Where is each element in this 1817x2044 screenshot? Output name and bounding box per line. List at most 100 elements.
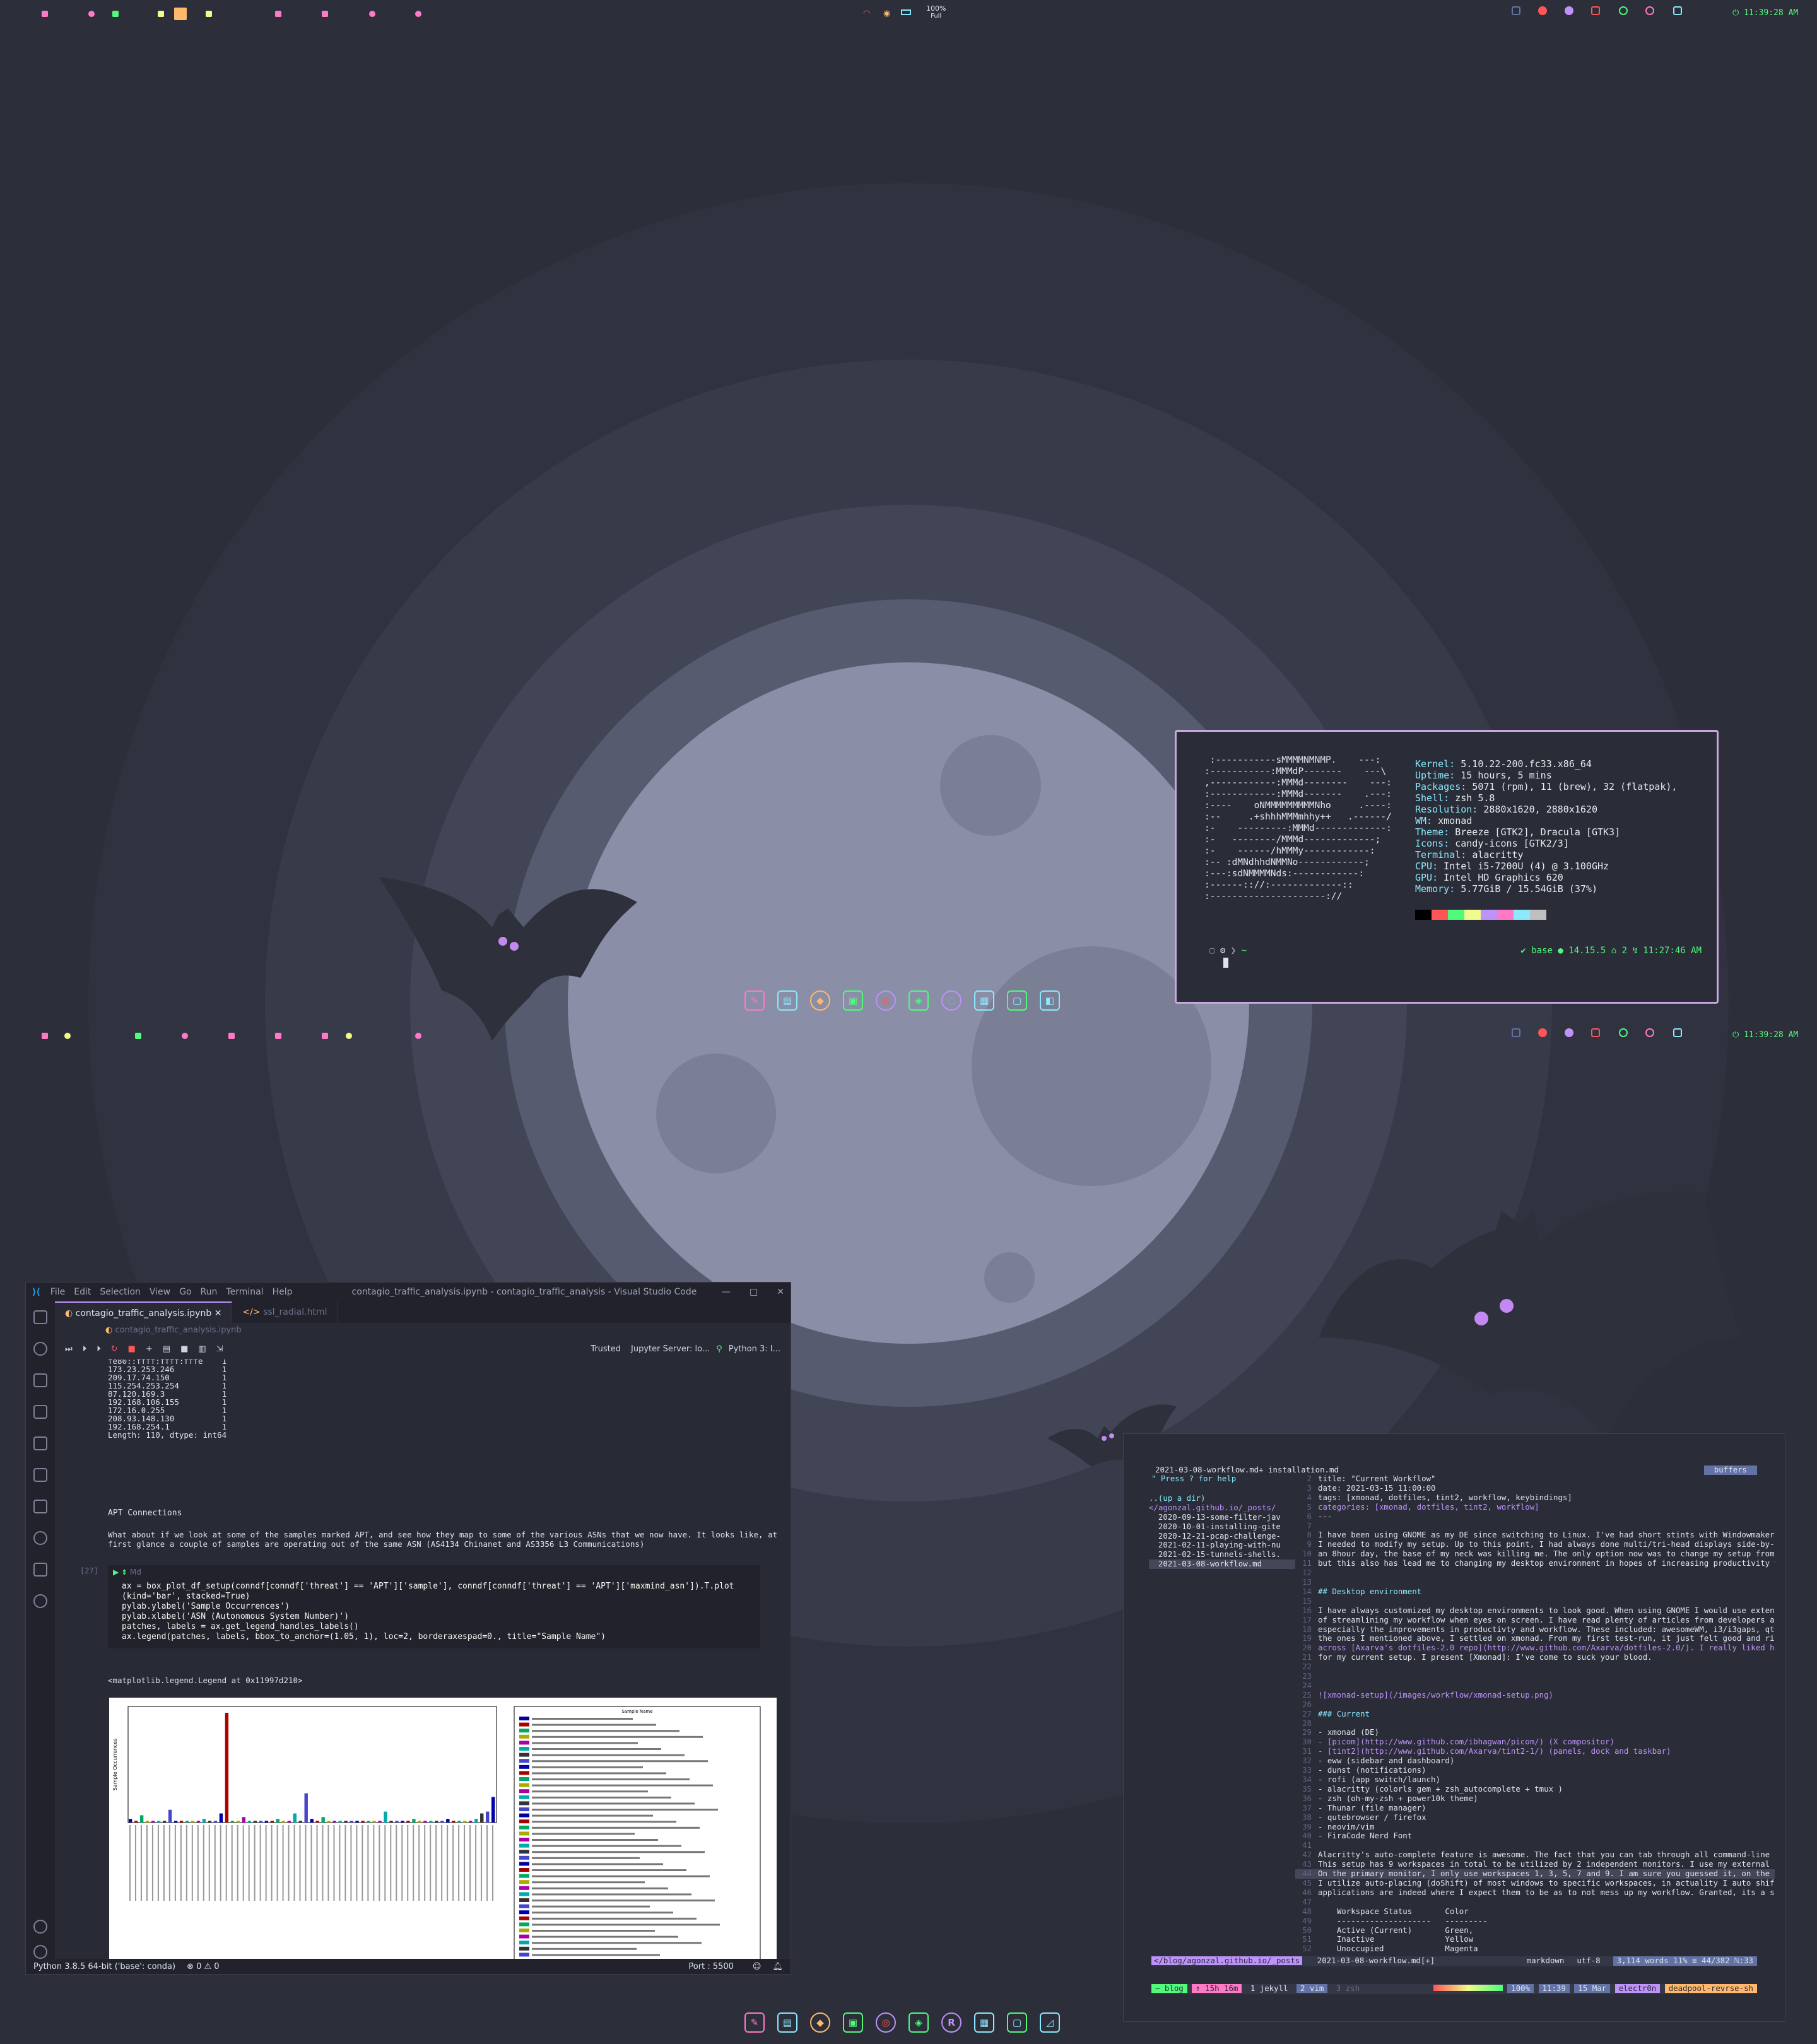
source-control-icon[interactable]: [33, 1373, 47, 1387]
run-above-icon[interactable]: ⏵: [83, 1344, 87, 1354]
workspace-6[interactable]: [206, 11, 212, 17]
restart-icon[interactable]: ↻: [111, 1344, 118, 1354]
debug-icon[interactable]: [33, 1405, 47, 1419]
workspace-9[interactable]: [369, 11, 375, 17]
interrupt-icon[interactable]: ■: [128, 1344, 136, 1354]
run-cell-icon[interactable]: ▶ ⇟ Md: [113, 1568, 141, 1577]
text-editor-icon[interactable]: ✎: [744, 2012, 765, 2033]
browser-icon[interactable]: ◎: [876, 2012, 896, 2033]
nvim-terminal[interactable]: 2021-03-08-workflow.md+ installation.md …: [1123, 1433, 1785, 2022]
kernel-selector[interactable]: Python 3: I...: [729, 1344, 780, 1354]
tmux-window[interactable]: 1 jekyll: [1247, 1984, 1292, 1993]
vscode-icon[interactable]: ◧: [1040, 990, 1060, 1011]
terminal-icon[interactable]: ▣: [843, 990, 863, 1011]
workspace-4[interactable]: [182, 1033, 188, 1039]
live-server-port[interactable]: Port : 5500: [688, 1962, 734, 1971]
problems-count[interactable]: ⊗ 0 ⚠ 0: [187, 1962, 220, 1971]
settings-gear-icon[interactable]: [33, 1945, 47, 1959]
menu-item-terminal[interactable]: Terminal: [226, 1287, 263, 1297]
workspace-3[interactable]: [135, 1033, 141, 1039]
maximize-button[interactable]: □: [750, 1287, 758, 1297]
tray-app-icon[interactable]: [1512, 1028, 1520, 1037]
neofetch-terminal[interactable]: :-----------sMMMMNMNMP. ---: :----------…: [1175, 730, 1719, 1004]
feedback-icon[interactable]: ☺: [753, 1962, 761, 1971]
account-icon[interactable]: [33, 1920, 47, 1934]
testing-icon[interactable]: [33, 1468, 47, 1482]
buffers-label[interactable]: buffers: [1703, 1465, 1757, 1475]
tree-item[interactable]: 2020-12-21-pcap-challenge-: [1149, 1531, 1295, 1541]
workspace-6[interactable]: [275, 1033, 281, 1039]
editor-icon[interactable]: ◈: [908, 2012, 929, 2033]
minimize-button[interactable]: —: [722, 1287, 731, 1297]
menu-item-help[interactable]: Help: [273, 1287, 293, 1297]
browser-icon[interactable]: ◎: [876, 990, 896, 1011]
workspace-5[interactable]: [228, 1033, 235, 1039]
workspace-5[interactable]: [174, 8, 187, 20]
explorer-icon[interactable]: [33, 1310, 47, 1324]
close-tab-icon[interactable]: ✕: [215, 1308, 222, 1319]
text-editor-icon[interactable]: ✎: [744, 990, 765, 1011]
clock[interactable]: ⏻ 11:39:28 AM: [1732, 8, 1798, 18]
screenshot-icon[interactable]: ▢: [1007, 990, 1027, 1011]
tree-item[interactable]: </agonzal.github.io/_posts/: [1149, 1503, 1295, 1513]
battery-icon[interactable]: [901, 9, 911, 15]
workspace-2[interactable]: [88, 11, 95, 17]
tree-item[interactable]: ..(up a dir): [1149, 1493, 1295, 1503]
monitor-icon[interactable]: ▦: [974, 2012, 994, 2033]
files-icon[interactable]: ▤: [777, 2012, 797, 2033]
jupyter-server[interactable]: Jupyter Server: lo...: [631, 1344, 710, 1354]
timeline-icon[interactable]: [33, 1531, 47, 1545]
menu-item-run[interactable]: Run: [201, 1287, 218, 1297]
files-icon[interactable]: ▤: [777, 990, 797, 1011]
python-interpreter[interactable]: Python 3.8.5 64-bit ('base': conda): [33, 1962, 175, 1971]
workspace-4[interactable]: [158, 11, 164, 17]
tree-item[interactable]: [1149, 1484, 1295, 1494]
terminal-icon[interactable]: ▣: [843, 2012, 863, 2033]
monitor-icon[interactable]: ▦: [974, 990, 994, 1011]
close-button[interactable]: ✕: [777, 1287, 784, 1297]
tab-html[interactable]: </> ssl_radial.html: [232, 1301, 338, 1323]
activity-monitor-icon[interactable]: ◿: [1040, 2012, 1060, 2033]
export-icon[interactable]: ⇲: [216, 1344, 223, 1354]
workspace-7[interactable]: [322, 1033, 328, 1039]
breadcrumb[interactable]: ◐ contagio_traffic_analysis.ipynb: [55, 1323, 791, 1338]
workspace-3[interactable]: [112, 11, 119, 17]
workspace-2[interactable]: [64, 1033, 71, 1039]
vscode-window[interactable]: ⟩⟨ File Edit Selection View Go Run Terminal Hel…: [25, 1282, 791, 1975]
nerdtree-panel[interactable]: ..(up a dir) </agonzal.github.io/_posts/ …: [1149, 1484, 1295, 1570]
tree-item[interactable]: 2021-03-08-workflow.md: [1149, 1559, 1295, 1570]
tray-app-icon[interactable]: [1619, 6, 1628, 15]
volume-icon[interactable]: ◉: [883, 9, 890, 18]
remote-icon[interactable]: [33, 1500, 47, 1513]
tree-item[interactable]: 2020-09-13-some-filter-jav: [1149, 1512, 1295, 1522]
menu-item-selection[interactable]: Selection: [100, 1287, 141, 1297]
tray-app-icon[interactable]: [1538, 6, 1547, 15]
tray-app-icon[interactable]: [1565, 6, 1573, 15]
clock[interactable]: ⏻ 11:39:28 AM: [1732, 1030, 1798, 1040]
menu-item-file[interactable]: File: [50, 1287, 65, 1297]
workspace-1[interactable]: [42, 1033, 48, 1039]
tray-app-icon[interactable]: [1565, 1028, 1573, 1037]
screenshot-icon[interactable]: ▢: [1007, 2012, 1027, 2033]
run-all-icon[interactable]: ⏭: [65, 1344, 73, 1354]
menu-item-go[interactable]: Go: [179, 1287, 191, 1297]
markdown-buffer[interactable]: 2 title: "Current Workflow" 3 date: 2021-03…: [1295, 1474, 1775, 1987]
workspace-10[interactable]: [415, 11, 421, 17]
code-cell[interactable]: ax = box_plot_df_setup(conndf[conndf['th…: [108, 1565, 760, 1648]
extensions-icon[interactable]: [33, 1436, 47, 1450]
tray-app-icon[interactable]: [1619, 1028, 1628, 1037]
tabline-text[interactable]: 2021-03-08-workflow.md+ installation.md: [1155, 1465, 1339, 1474]
menu-item-view[interactable]: View: [150, 1287, 170, 1297]
workspace-8[interactable]: [346, 1033, 352, 1039]
live-share-icon[interactable]: [33, 1594, 47, 1608]
tray-app-icon[interactable]: [1512, 6, 1520, 15]
mail-icon[interactable]: [1591, 6, 1600, 15]
wifi-icon[interactable]: ◠: [863, 9, 870, 18]
tray-app-icon[interactable]: [1673, 1028, 1682, 1037]
tray-app-icon[interactable]: [1645, 1028, 1654, 1037]
r-icon[interactable]: R: [941, 2012, 961, 2033]
tree-item[interactable]: 2021-02-11-playing-with-nu: [1149, 1541, 1295, 1550]
stop-icon[interactable]: ■: [180, 1344, 188, 1354]
shell-prompt[interactable]: ▢ ⚙ ❯ ~ ✔ base ● 14.15.5 ⌂ 2 ↯ 11:27:46 …: [1209, 945, 1702, 956]
docker-icon[interactable]: [33, 1563, 47, 1577]
